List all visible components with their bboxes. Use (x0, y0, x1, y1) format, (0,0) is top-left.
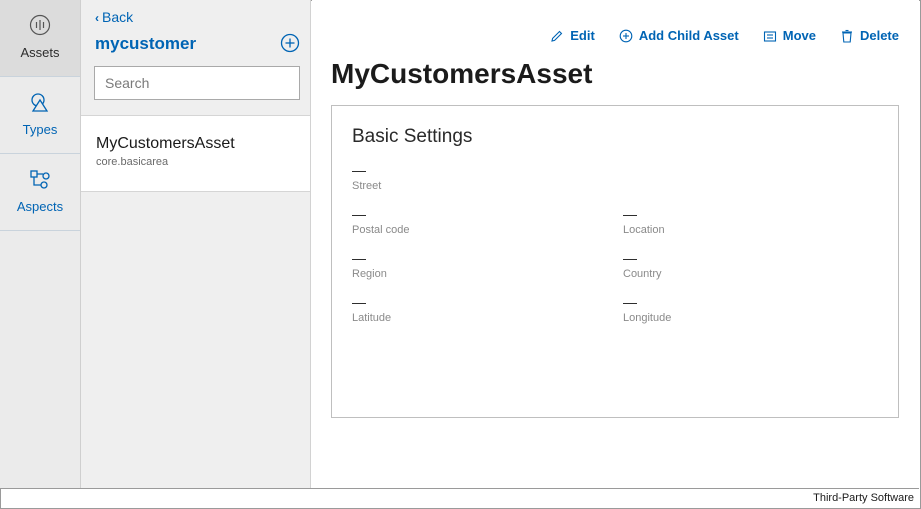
add-child-asset-button[interactable]: Add Child Asset (619, 28, 739, 43)
toolbar: Edit Add Child Asset Move Delete (526, 28, 899, 43)
plus-circle-icon (619, 29, 633, 42)
trash-icon (841, 29, 852, 43)
field-label: Country (623, 268, 662, 280)
location-field: — Location (623, 206, 863, 236)
longitude-field: — Longitude (623, 294, 863, 324)
types-icon (31, 93, 49, 112)
edit-label: Edit (570, 28, 595, 43)
asset-detail: Edit Add Child Asset Move Delete MyCusto… (312, 0, 919, 488)
nav-item-label: Assets (20, 45, 60, 60)
nav-item-aspects[interactable]: Aspects (0, 154, 80, 231)
move-label: Move (782, 28, 816, 43)
nav-item-label: Types (22, 122, 58, 137)
field-label: Location (623, 224, 665, 236)
assets-icon (29, 14, 51, 36)
aspects-icon (30, 170, 50, 189)
footer: Third-Party Software (1, 488, 919, 508)
third-party-software-link[interactable]: Third-Party Software (813, 492, 914, 504)
region-field: — Region (352, 250, 592, 280)
asset-name: MyCustomersAsset (96, 135, 235, 152)
field-value: — (352, 294, 366, 310)
back-label: Back (102, 9, 134, 25)
field-value: — (623, 294, 637, 310)
add-child-label: Add Child Asset (638, 28, 739, 43)
edit-button[interactable]: Edit (550, 28, 595, 43)
country-field: — Country (623, 250, 863, 280)
page-title: MyCustomersAsset (331, 58, 593, 89)
postal-code-field: — Postal code (352, 206, 592, 236)
panel-title: mycustomer (95, 34, 197, 53)
delete-button[interactable]: Delete (840, 28, 899, 43)
field-value: — (352, 206, 366, 222)
nav-rail: Assets Types Aspects (0, 0, 81, 488)
latitude-field: — Latitude (352, 294, 592, 324)
move-icon (763, 30, 776, 42)
field-label: Postal code (352, 224, 410, 236)
nav-item-label: Aspects (16, 199, 64, 214)
chevron-left-icon: ‹ (95, 11, 99, 25)
field-value: — (352, 162, 366, 178)
field-value: — (623, 206, 637, 222)
move-button[interactable]: Move (763, 28, 816, 43)
nav-item-assets[interactable]: Assets (0, 0, 80, 77)
section-title: Basic Settings (352, 126, 473, 147)
basic-settings-card: Basic Settings — Street — Postal code — … (331, 105, 899, 418)
asset-type: core.basicarea (96, 156, 169, 168)
field-value: — (352, 250, 366, 266)
field-label: Latitude (352, 312, 392, 324)
back-link[interactable]: ‹ Back (95, 9, 133, 25)
field-value: — (623, 250, 637, 266)
field-label: Longitude (623, 312, 672, 324)
search-input[interactable] (94, 66, 300, 100)
nav-item-types[interactable]: Types (0, 77, 80, 154)
add-asset-icon[interactable] (280, 33, 300, 53)
street-field: — Street (352, 162, 592, 192)
asset-list-item[interactable]: MyCustomersAsset core.basicarea (81, 116, 310, 192)
field-label: Street (352, 180, 382, 192)
field-label: Region (352, 268, 387, 280)
asset-browser-panel: ‹Back mycustomer MyCustomersAsset core.b… (81, 0, 311, 488)
delete-label: Delete (859, 28, 899, 43)
pencil-icon (551, 30, 563, 42)
